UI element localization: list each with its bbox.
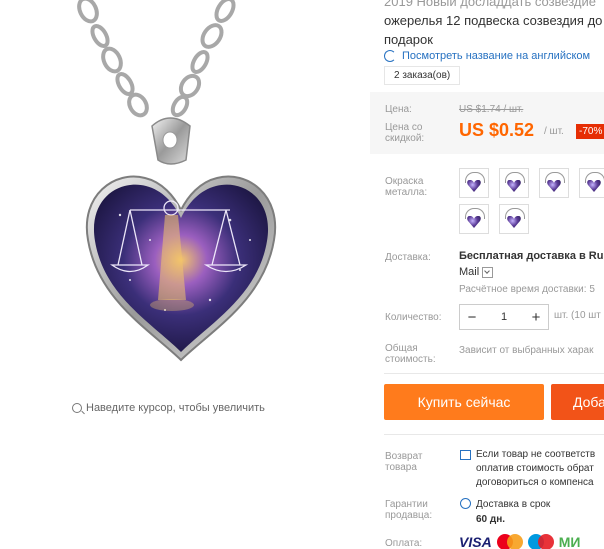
- shipping-label: Доставка:: [385, 252, 431, 263]
- maestro-logo: [527, 534, 554, 549]
- sale-price: US $0.52: [459, 120, 535, 140]
- returns-line: Если товар не соответств: [476, 449, 596, 460]
- returns-icon: [460, 450, 471, 460]
- mir-logo: МИ: [558, 534, 581, 549]
- divider: [384, 434, 604, 435]
- shipping-carrier-select[interactable]: Mail: [459, 266, 494, 278]
- shipping-value: Бесплатная доставка в Rus: [459, 250, 604, 262]
- guarantee-text: Доставка в срок 60 дн.: [476, 497, 550, 527]
- color-swatch[interactable]: [539, 168, 569, 198]
- payment-methods: VISA МИ: [459, 534, 580, 549]
- per-unit: / шт.: [544, 126, 564, 137]
- payment-label: Оплата:: [385, 538, 423, 549]
- title-line: ожерелья 12 подвеска созвездия до: [384, 13, 603, 28]
- title-line: 2019 Новый досладдать созвездие: [384, 0, 597, 9]
- color-label: Окраска металла:: [385, 176, 428, 198]
- discount-badge: -70%: [576, 124, 604, 139]
- buy-now-button[interactable]: Купить сейчас: [384, 384, 544, 420]
- product-gallery: Наведите курсор, чтобы увеличить: [0, 0, 370, 549]
- title-line: подарок: [384, 32, 433, 47]
- price-label: Цена:: [385, 104, 412, 115]
- returns-label: Возврат товара: [385, 451, 423, 473]
- color-swatch[interactable]: [459, 168, 489, 198]
- add-to-cart-button[interactable]: Доба: [551, 384, 604, 420]
- returns-line: оплатив стоимость обрат: [476, 463, 594, 474]
- zoom-hint-text: Наведите курсор, чтобы увеличить: [86, 402, 265, 414]
- quantity-input[interactable]: 1: [484, 311, 524, 323]
- discount-price-label: Цена со скидкой:: [385, 122, 425, 144]
- english-title-link-text: Посмотреть название на английском: [402, 50, 591, 62]
- english-title-link[interactable]: Посмотреть название на английском: [384, 50, 590, 62]
- total-value: Зависит от выбранных харак: [459, 345, 594, 356]
- clock-icon: [460, 498, 471, 509]
- quantity-label: Количество:: [385, 312, 442, 323]
- quantity-decrease-button[interactable]: −: [460, 309, 484, 326]
- returns-line: договориться о компенса: [476, 477, 594, 488]
- zoom-hint: Наведите курсор, чтобы увеличить: [72, 402, 265, 414]
- color-swatch[interactable]: [499, 204, 529, 234]
- quantity-unit: шт. (10 шт: [554, 310, 601, 321]
- chevron-down-icon: [482, 266, 494, 278]
- guarantee-line: Доставка в срок: [476, 499, 551, 510]
- color-swatch[interactable]: [459, 204, 489, 234]
- visa-logo: VISA: [459, 534, 492, 549]
- color-swatch[interactable]: [579, 168, 604, 198]
- quantity-stepper: − 1 +: [459, 304, 549, 330]
- product-details: 2019 Новый досладдать созвездие ожерелья…: [370, 0, 604, 549]
- translate-icon: [384, 50, 396, 62]
- returns-text: Если товар не соответств оплатив стоимос…: [476, 448, 595, 490]
- old-price: US $1.74 / шт.: [459, 104, 524, 115]
- mastercard-logo: [496, 534, 523, 549]
- shipping-time: Расчётное время доставки: 5: [459, 284, 595, 295]
- color-swatch[interactable]: [499, 168, 529, 198]
- guarantee-line: 60 дн.: [476, 514, 506, 525]
- total-label: Общая стоимость:: [385, 343, 436, 365]
- product-title: 2019 Новый досладдать созвездие ожерелья…: [384, 0, 604, 49]
- quantity-increase-button[interactable]: +: [524, 309, 548, 326]
- product-image[interactable]: [0, 0, 370, 400]
- divider: [384, 373, 604, 374]
- magnifier-icon: [72, 403, 82, 413]
- guarantee-label: Гарантии продавца:: [385, 499, 433, 521]
- shipping-carrier: Mail: [459, 266, 480, 278]
- orders-count: 2 заказа(ов): [384, 66, 461, 85]
